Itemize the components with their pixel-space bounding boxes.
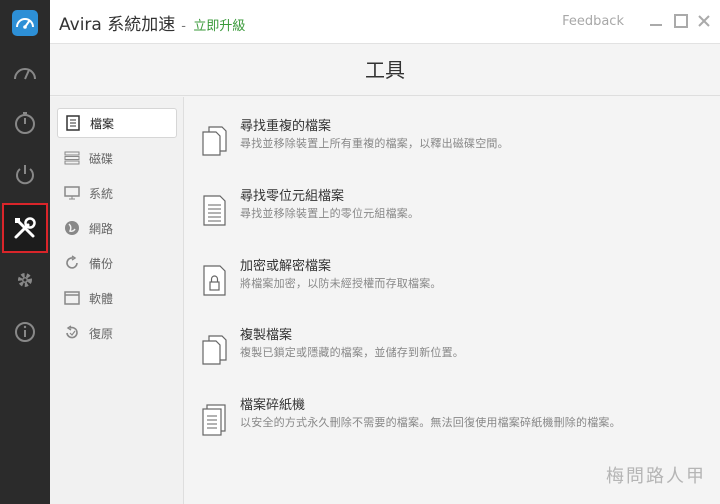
monitor-icon (63, 184, 81, 202)
title-bar: Avira 系統加速 - 立即升級 Feedback (50, 0, 720, 44)
nav-rail (0, 0, 50, 504)
tool-item-duplicate-files[interactable]: 尋找重複的檔案 尋找並移除裝置上所有重複的檔案，以釋出磁碟空間。 (200, 115, 700, 165)
upgrade-link[interactable]: 立即升級 (193, 19, 245, 34)
speedometer-icon[interactable] (0, 0, 50, 46)
category-item-disk[interactable]: 磁碟 (57, 143, 177, 173)
title-separator: - (181, 19, 186, 34)
tool-description: 尋找並移除裝置上的零位元組檔案。 (240, 207, 420, 220)
window-icon (63, 289, 81, 307)
page-title: 工具 (50, 44, 720, 96)
tool-item-copy-files[interactable]: 複製檔案 複製已鎖定或隱藏的檔案，並儲存到新位置。 (200, 324, 700, 374)
gauge-icon[interactable] (0, 48, 50, 98)
category-item-backup[interactable]: 備份 (57, 248, 177, 278)
category-label: 檔案 (90, 116, 115, 131)
category-label: 復原 (89, 326, 114, 341)
info-icon[interactable] (0, 307, 50, 357)
tools-icon[interactable] (2, 203, 48, 253)
category-item-files[interactable]: 檔案 (57, 108, 177, 138)
timer-icon[interactable] (0, 98, 50, 148)
category-label: 軟體 (89, 291, 114, 306)
tool-name: 檔案碎紙機 (240, 398, 306, 413)
locked-file-icon (203, 265, 226, 296)
tool-name: 複製檔案 (240, 328, 293, 343)
tool-name: 加密或解密檔案 (240, 259, 332, 274)
category-label: 磁碟 (89, 151, 114, 166)
restore-icon (63, 324, 81, 342)
app-title: Avira 系統加速 - 立即升級 (59, 10, 245, 35)
watermark: 梅問路人甲 (606, 466, 706, 487)
gear-icon[interactable] (0, 255, 50, 305)
tool-name: 尋找零位元組檔案 (240, 189, 345, 204)
category-label: 網路 (89, 221, 114, 236)
maximize-icon[interactable] (673, 13, 689, 29)
tool-description: 以安全的方式永久刪除不需要的檔案。無法回復使用檔案碎紙機刪除的檔案。 (240, 416, 621, 429)
close-icon[interactable] (696, 13, 712, 29)
document-icon (64, 114, 82, 132)
tool-item-zero-byte-files[interactable]: 尋找零位元組檔案 尋找並移除裝置上的零位元組檔案。 (200, 185, 700, 235)
duplicate-files-icon (202, 126, 227, 156)
zero-byte-file-icon (203, 195, 226, 226)
category-label: 系統 (89, 186, 114, 201)
refresh-icon (63, 254, 81, 272)
tool-name: 尋找重複的檔案 (240, 119, 332, 134)
category-label: 備份 (89, 256, 114, 271)
category-panel: 檔案 磁碟 系統 網路 備份 軟體 復原 (50, 97, 184, 504)
minimize-icon[interactable] (648, 13, 664, 29)
tool-description: 尋找並移除裝置上所有重複的檔案，以釋出磁碟空間。 (240, 137, 509, 150)
app-name: Avira 系統加速 (59, 15, 176, 35)
category-item-system[interactable]: 系統 (57, 178, 177, 208)
tool-item-file-shredder[interactable]: 檔案碎紙機 以安全的方式永久刪除不需要的檔案。無法回復使用檔案碎紙機刪除的檔案。 (200, 394, 700, 444)
category-item-software[interactable]: 軟體 (57, 283, 177, 313)
copy-files-icon (202, 335, 227, 365)
tool-item-encrypt-files[interactable]: 加密或解密檔案 將檔案加密，以防未經授權而存取檔案。 (200, 255, 700, 305)
globe-icon (63, 219, 81, 237)
shredder-icon (202, 404, 226, 436)
tool-description: 複製已鎖定或隱藏的檔案，並儲存到新位置。 (240, 346, 464, 359)
tool-description: 將檔案加密，以防未經授權而存取檔案。 (240, 277, 442, 290)
category-item-network[interactable]: 網路 (57, 213, 177, 243)
power-icon[interactable] (0, 150, 50, 200)
disk-icon (63, 149, 81, 167)
category-item-restore[interactable]: 復原 (57, 318, 177, 348)
feedback-link[interactable]: Feedback (562, 14, 624, 29)
